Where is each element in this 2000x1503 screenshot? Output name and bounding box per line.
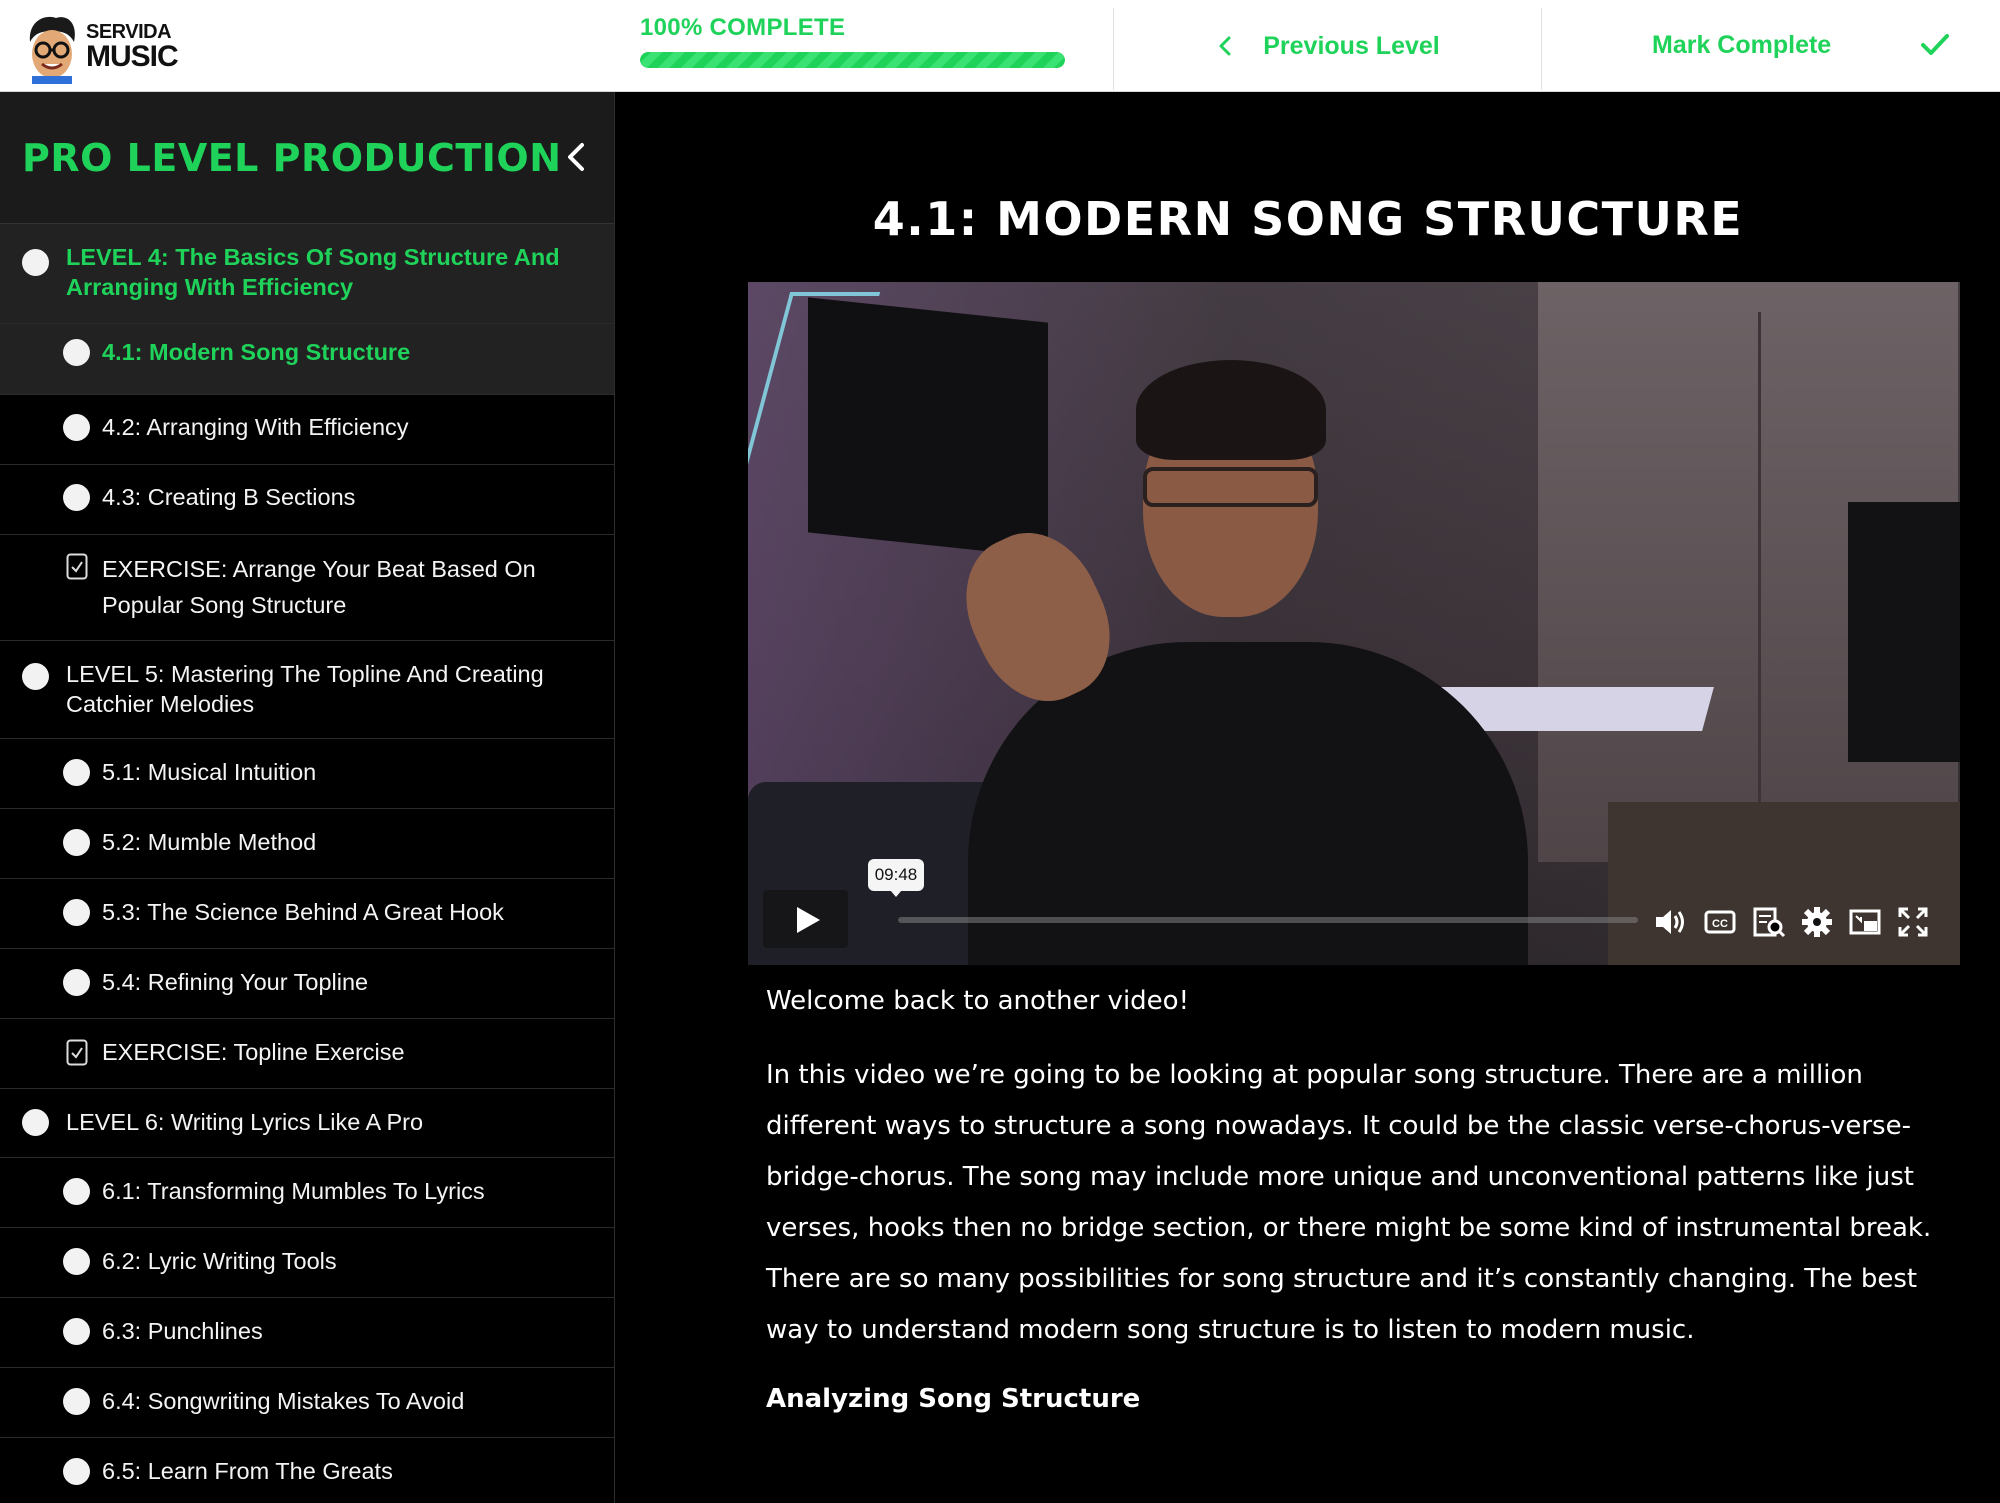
nav-item-label: 4.2: Arranging With Efficiency xyxy=(102,414,409,440)
svg-text:CC: CC xyxy=(1712,918,1728,930)
progress-label: 100% COMPLETE xyxy=(640,14,846,41)
servida-music-logo[interactable]: SERVIDA MUSIC xyxy=(22,10,192,84)
circle-icon xyxy=(22,663,49,690)
mark-complete-label: Mark Complete xyxy=(1652,31,1832,59)
nav-item-label: 6.2: Lyric Writing Tools xyxy=(102,1248,337,1274)
logo-text-music: MUSIC xyxy=(86,40,179,73)
transcript-icon[interactable] xyxy=(1752,905,1786,939)
chevron-left-icon xyxy=(1219,36,1231,56)
sidebar-lesson-5-2[interactable]: 5.2: Mumble Method xyxy=(0,809,614,879)
sidebar-lesson-4-1[interactable]: 4.1: Modern Song Structure xyxy=(0,324,614,395)
nav-item-label: 5.1: Musical Intuition xyxy=(102,759,317,785)
sidebar-lesson-4-3[interactable]: 4.3: Creating B Sections xyxy=(0,465,614,535)
nav-item-label: 6.4: Songwriting Mistakes To Avoid xyxy=(102,1388,465,1414)
collapse-sidebar-chevron-icon[interactable] xyxy=(562,137,590,177)
lesson-description: Welcome back to another video! In this v… xyxy=(766,982,1976,1414)
lesson-list: LEVEL 4: The Basics Of Song Structure An… xyxy=(0,224,614,1503)
video-scene-detail xyxy=(1758,312,1761,852)
sidebar-lesson-4-2[interactable]: 4.2: Arranging With Efficiency xyxy=(0,395,614,465)
fullscreen-icon[interactable] xyxy=(1896,905,1930,939)
course-sidebar: PRO LEVEL PRODUCTION LEVEL 4: The Basics… xyxy=(0,92,615,1503)
logo-text-servida: SERVIDA xyxy=(86,21,172,43)
sidebar-level-5[interactable]: LEVEL 5: Mastering The Topline And Creat… xyxy=(0,641,614,739)
circle-icon xyxy=(22,249,49,276)
video-scene-glasses xyxy=(1143,467,1318,507)
previous-level-label: Previous Level xyxy=(1263,31,1440,60)
circle-icon xyxy=(63,899,90,926)
checkmark-icon xyxy=(1921,34,1949,55)
circle-icon xyxy=(63,339,90,366)
sidebar-lesson-5-3[interactable]: 5.3: The Science Behind A Great Hook xyxy=(0,879,614,949)
description-body: In this video we’re going to be looking … xyxy=(766,1060,1932,1345)
description-intro: Welcome back to another video! xyxy=(766,986,1189,1016)
sidebar-lesson-6-3[interactable]: 6.3: Punchlines xyxy=(0,1298,614,1368)
sidebar-exercise-arrange-beat[interactable]: EXERCISE: Arrange Your Beat Based On Pop… xyxy=(0,535,614,641)
progress-bar-fill xyxy=(640,52,1065,68)
play-button[interactable] xyxy=(763,890,848,948)
nav-item-label: 6.5: Learn From The Greats xyxy=(102,1458,393,1484)
logo-mascot-icon xyxy=(22,12,82,84)
nav-item-label: EXERCISE: Arrange Your Beat Based On Pop… xyxy=(102,556,536,618)
closed-captions-icon[interactable]: CC xyxy=(1703,905,1737,939)
sidebar-level-4[interactable]: LEVEL 4: The Basics Of Song Structure An… xyxy=(0,224,614,324)
previous-level-button[interactable]: Previous Level xyxy=(1114,0,1541,92)
nav-item-label: LEVEL 4: The Basics Of Song Structure An… xyxy=(66,244,560,300)
sidebar-lesson-6-4[interactable]: 6.4: Songwriting Mistakes To Avoid xyxy=(0,1368,614,1438)
sidebar-lesson-5-1[interactable]: 5.1: Musical Intuition xyxy=(0,739,614,809)
nav-item-label: 5.4: Refining Your Topline xyxy=(102,969,369,995)
mark-complete-button[interactable]: Mark Complete xyxy=(1542,0,2000,92)
circle-icon xyxy=(63,1248,90,1275)
circle-icon xyxy=(63,484,90,511)
circle-icon xyxy=(63,759,90,786)
nav-item-label: LEVEL 5: Mastering The Topline And Creat… xyxy=(66,661,544,717)
circle-icon xyxy=(63,829,90,856)
play-icon xyxy=(797,907,820,933)
sidebar-header: PRO LEVEL PRODUCTION xyxy=(0,92,614,224)
lesson-title: 4.1: MODERN SONG STRUCTURE xyxy=(872,192,1744,246)
picture-in-picture-icon[interactable] xyxy=(1848,905,1882,939)
sidebar-exercise-topline[interactable]: EXERCISE: Topline Exercise xyxy=(0,1019,614,1089)
video-scene-person-hair xyxy=(1136,360,1326,460)
course-title: PRO LEVEL PRODUCTION xyxy=(22,136,562,180)
circle-icon xyxy=(63,1458,90,1485)
nav-item-label: 5.2: Mumble Method xyxy=(102,829,317,855)
nav-item-label: 4.1: Modern Song Structure xyxy=(102,339,411,365)
circle-icon xyxy=(63,1178,90,1205)
nav-item-label: 6.1: Transforming Mumbles To Lyrics xyxy=(102,1178,485,1204)
section-heading: Analyzing Song Structure xyxy=(766,1384,1141,1414)
sidebar-lesson-6-1[interactable]: 6.1: Transforming Mumbles To Lyrics xyxy=(0,1158,614,1228)
nav-item-label: LEVEL 6: Writing Lyrics Like A Pro xyxy=(66,1109,424,1135)
lesson-content: 4.1: MODERN SONG STRUCTURE 09:48 CC Welc… xyxy=(616,92,2000,1503)
top-bar: SERVIDA MUSIC 100% COMPLETE Previous Lev… xyxy=(0,0,2000,92)
volume-icon[interactable] xyxy=(1653,905,1687,939)
circle-icon xyxy=(63,969,90,996)
nav-item-label: EXERCISE: Topline Exercise xyxy=(102,1039,405,1065)
circle-icon xyxy=(63,414,90,441)
sidebar-lesson-6-2[interactable]: 6.2: Lyric Writing Tools xyxy=(0,1228,614,1298)
circle-icon xyxy=(63,1318,90,1345)
circle-icon xyxy=(22,1109,49,1136)
exercise-icon xyxy=(66,1039,88,1066)
sidebar-lesson-6-5[interactable]: 6.5: Learn From The Greats xyxy=(0,1438,614,1503)
sidebar-lesson-5-4[interactable]: 5.4: Refining Your Topline xyxy=(0,949,614,1019)
nav-item-label: 4.3: Creating B Sections xyxy=(102,484,356,510)
time-tooltip: 09:48 xyxy=(868,859,924,897)
nav-item-label: 5.3: The Science Behind A Great Hook xyxy=(102,899,504,925)
nav-item-label: 6.3: Punchlines xyxy=(102,1318,263,1344)
video-scene-monitor xyxy=(1848,502,1960,762)
settings-gear-icon[interactable] xyxy=(1800,905,1834,939)
video-controls: 09:48 CC xyxy=(748,859,1960,965)
progress-bar xyxy=(640,52,1065,68)
video-seek-bar[interactable] xyxy=(898,917,1638,923)
video-player[interactable]: 09:48 CC xyxy=(748,282,1960,965)
exercise-icon xyxy=(66,553,88,580)
circle-icon xyxy=(63,1388,90,1415)
course-progress: 100% COMPLETE xyxy=(640,14,1065,74)
sidebar-level-6[interactable]: LEVEL 6: Writing Lyrics Like A Pro xyxy=(0,1089,614,1158)
